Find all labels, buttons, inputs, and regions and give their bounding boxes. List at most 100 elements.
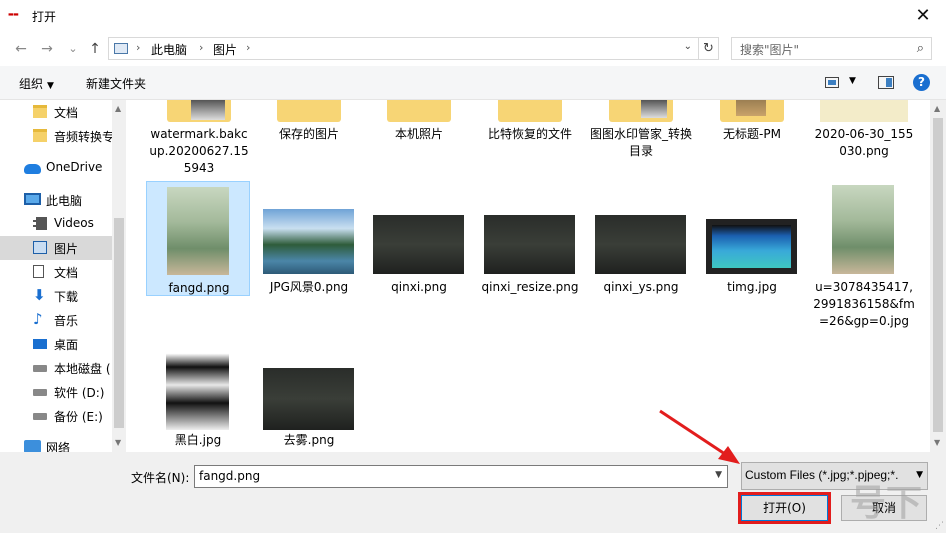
file-item[interactable]: 保存的图片 xyxy=(257,100,361,148)
file-item[interactable]: qinxi_ys.png xyxy=(589,181,693,296)
file-item[interactable]: 无标题-PM xyxy=(700,100,804,148)
file-name: fangd.png xyxy=(168,281,230,295)
scroll-up-icon[interactable]: ▲ xyxy=(934,104,940,113)
image-thumbnail xyxy=(373,215,464,274)
recent-locations-button[interactable]: ⌄ xyxy=(64,40,82,58)
sidebar-item-network[interactable]: 网络 xyxy=(0,435,112,452)
forward-button[interactable]: → xyxy=(38,40,56,58)
scroll-down-icon[interactable]: ▼ xyxy=(934,438,940,447)
file-item[interactable]: 本机照片 xyxy=(367,100,471,148)
breadcrumb-separator[interactable]: › xyxy=(246,41,250,54)
scroll-up-icon[interactable]: ▲ xyxy=(115,104,121,113)
file-type-value: Custom Files (*.jpg;*.pjpeg;*. xyxy=(745,468,899,482)
image-thumbnail xyxy=(263,209,354,274)
cancel-button[interactable]: 取消 xyxy=(841,495,927,521)
file-name: timg.jpg xyxy=(727,280,777,294)
search-box[interactable]: 搜索"图片" ⌕ xyxy=(731,37,932,60)
pictures-icon xyxy=(33,241,47,254)
caret-down-icon: ▼ xyxy=(47,81,54,91)
preview-pane-icon[interactable] xyxy=(878,76,894,89)
sidebar-item-music[interactable]: ♪ 音乐 xyxy=(0,308,112,332)
sidebar-scroll-thumb[interactable] xyxy=(114,218,124,428)
image-thumbnail xyxy=(832,185,894,274)
resize-grip-icon[interactable]: ⋰ xyxy=(935,521,944,531)
file-list-scroll-thumb[interactable] xyxy=(933,118,943,432)
file-item[interactable]: qinxi.png xyxy=(367,181,471,296)
breadcrumb-separator[interactable]: › xyxy=(199,41,203,54)
sidebar-item-desktop[interactable]: 桌面 xyxy=(0,332,112,356)
new-folder-button[interactable]: 新建文件夹 xyxy=(86,75,146,92)
file-name: 比特恢复的文件 xyxy=(487,127,572,141)
file-name: 无标题-PM xyxy=(723,127,781,141)
file-name: 2020-06-30_155030.png xyxy=(814,127,914,158)
filename-field[interactable]: fangd.png ▼ xyxy=(194,465,728,488)
file-item[interactable]: u=3078435417,2991836158&fm=26&gp=0.jpg xyxy=(812,181,916,331)
open-button[interactable]: 打开(O) xyxy=(741,495,828,521)
folder-preview-image xyxy=(191,100,225,120)
sidebar-item-this-pc[interactable]: 此电脑 xyxy=(0,188,112,212)
folder-icon xyxy=(498,100,562,122)
sidebar-item-label: 备份 (E:) xyxy=(54,410,103,424)
folder-preview-image xyxy=(641,100,667,118)
scroll-down-icon[interactable]: ▼ xyxy=(115,438,121,447)
sidebar-item-audio-folder[interactable]: 音频转换专 xyxy=(0,124,115,148)
back-button[interactable]: ← xyxy=(12,40,30,58)
view-caret-down-icon[interactable]: ▼ xyxy=(849,76,856,86)
sidebar-item-label: 软件 (D:) xyxy=(54,386,105,400)
sidebar-scrollbar[interactable]: ▲ ▼ xyxy=(112,100,126,452)
file-item[interactable]: 2020-06-30_155030.png xyxy=(812,100,916,164)
breadcrumb-pictures[interactable]: 图片 xyxy=(213,41,237,58)
file-item[interactable]: 比特恢复的文件 xyxy=(478,100,582,148)
chevron-down-icon[interactable]: ▼ xyxy=(715,470,722,480)
breadcrumb-separator[interactable]: › xyxy=(136,41,140,54)
file-item[interactable]: 黑白.jpg xyxy=(146,336,250,451)
videos-icon xyxy=(33,217,47,230)
search-input[interactable]: 搜索"图片" xyxy=(740,41,799,58)
folder-icon xyxy=(387,100,451,122)
sidebar-item-pictures[interactable]: 图片 xyxy=(0,236,112,260)
title-bar: ▬▬ 打开 ✕ xyxy=(0,0,946,31)
file-item[interactable]: qinxi_resize.png xyxy=(478,181,582,296)
breadcrumb-this-pc[interactable]: 此电脑 xyxy=(151,41,187,58)
sidebar-item-videos[interactable]: Videos xyxy=(0,212,112,236)
sidebar-item-onedrive[interactable]: OneDrive xyxy=(0,156,112,180)
address-bar[interactable]: › 此电脑 › 图片 › ⌄ xyxy=(108,37,699,60)
view-mode-icon[interactable] xyxy=(825,77,839,88)
file-item[interactable]: timg.jpg xyxy=(700,181,804,296)
sidebar-item-downloads[interactable]: ⬇ 下载 xyxy=(0,284,112,308)
chevron-down-icon[interactable]: ▼ xyxy=(916,470,923,480)
sidebar-item-drive-e[interactable]: 备份 (E:) xyxy=(0,404,112,428)
refresh-button[interactable]: ↻ xyxy=(699,37,719,60)
address-dropdown-icon[interactable]: ⌄ xyxy=(684,41,692,52)
sidebar-item-documents[interactable]: 文档 xyxy=(0,260,112,284)
desktop-icon xyxy=(33,339,47,349)
close-button[interactable]: ✕ xyxy=(900,0,946,31)
organize-menu[interactable]: 组织 ▼ xyxy=(19,75,54,92)
search-icon[interactable]: ⌕ xyxy=(917,41,924,56)
file-list-scrollbar[interactable]: ▲ ▼ xyxy=(930,100,946,452)
filename-label: 文件名(N): xyxy=(131,471,190,485)
sidebar-item-documents-folder[interactable]: 文档 xyxy=(0,100,112,124)
sidebar-item-label: 音频转换专 xyxy=(54,130,115,144)
file-name: 保存的图片 xyxy=(278,127,339,141)
sidebar-item-drive-d[interactable]: 软件 (D:) xyxy=(0,380,112,404)
file-name: 图图水印管家_转换目录 xyxy=(589,127,692,158)
help-icon[interactable]: ? xyxy=(913,74,930,91)
bottom-panel: 文件名(N): fangd.png ▼ Custom Files (*.jpg;… xyxy=(0,452,946,533)
file-item[interactable]: 去雾.png xyxy=(257,336,361,451)
file-type-select[interactable]: Custom Files (*.jpg;*.pjpeg;*. ▼ xyxy=(741,462,928,490)
file-item[interactable]: JPG风景0.png xyxy=(257,181,361,296)
file-item[interactable]: 图图水印管家_转换目录 xyxy=(589,100,693,164)
this-pc-icon xyxy=(24,193,41,205)
folder-icon xyxy=(33,129,47,142)
sidebar-item-local-disk[interactable]: 本地磁盘 ( xyxy=(0,356,112,380)
file-item-selected[interactable]: fangd.png xyxy=(146,181,250,296)
music-icon: ♪ xyxy=(33,310,43,328)
folder-icon xyxy=(277,100,341,122)
file-item[interactable]: watermark.bakcup.20200627.155943 xyxy=(147,100,251,178)
filename-input[interactable]: fangd.png xyxy=(199,469,260,483)
up-button[interactable]: ↑ xyxy=(86,40,104,58)
sidebar-item-label: 下载 xyxy=(54,290,79,304)
image-thumbnail xyxy=(263,368,354,430)
image-thumbnail xyxy=(820,100,908,122)
